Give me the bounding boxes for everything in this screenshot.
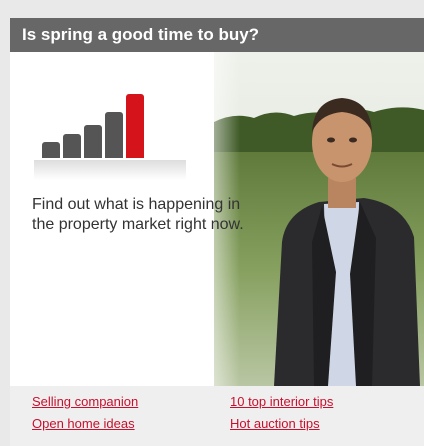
market-bar — [84, 125, 102, 158]
market-bar — [126, 94, 144, 158]
feature-description: Find out what is happening in the proper… — [32, 196, 244, 233]
page-background: Is spring a good time to buy? Find out w… — [0, 0, 424, 446]
link-open-home-ideas[interactable]: Open home ideas — [32, 416, 135, 432]
related-links: Selling companion 10 top interior tips O… — [10, 386, 424, 446]
widget-title[interactable]: Is spring a good time to buy? — [10, 18, 424, 52]
market-bar — [105, 112, 123, 158]
link-interior-tips[interactable]: 10 top interior tips — [230, 394, 333, 410]
link-selling-companion[interactable]: Selling companion — [32, 394, 138, 410]
market-bars-icon — [30, 86, 190, 166]
market-bar — [63, 134, 81, 158]
market-bar — [42, 142, 60, 158]
promo-widget: Is spring a good time to buy? Find out w… — [10, 18, 424, 446]
feature-area[interactable]: Find out what is happening in the proper… — [10, 52, 424, 386]
link-auction-tips[interactable]: Hot auction tips — [230, 416, 320, 432]
